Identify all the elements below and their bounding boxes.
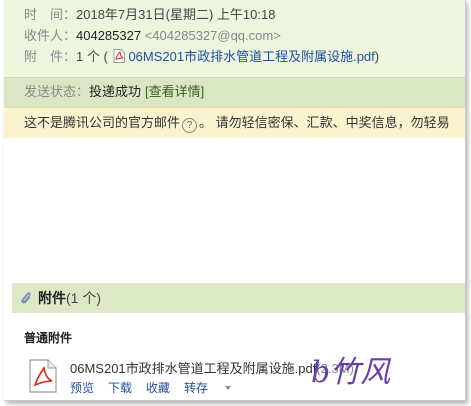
attachments-count: (1 个): [66, 290, 101, 306]
chevron-down-icon: [225, 386, 232, 390]
pdf-icon: [113, 49, 126, 63]
attachment-label: 附 件：: [24, 49, 77, 64]
attachment-row: 附 件：1 个 ( 06MS201市政排水管道工程及附属设施.pdf): [24, 47, 379, 67]
attachments-title-text: 附件: [38, 290, 66, 306]
email-view: 时 间：2018年7月31日(星期二) 上午10:18 收件人：40428532…: [4, 0, 466, 401]
delivery-status-bar: 发送状态：投递成功 [查看详情]: [4, 77, 465, 107]
time-row: 时 间：2018年7月31日(星期二) 上午10:18: [24, 5, 275, 25]
save-to-label: 转存: [184, 381, 209, 395]
download-link[interactable]: 下载: [108, 381, 132, 395]
preview-link[interactable]: 预览: [70, 381, 94, 395]
email-body: [4, 138, 465, 278]
favorite-link[interactable]: 收藏: [146, 381, 170, 395]
watermark-text: b竹风: [311, 355, 391, 390]
status-label: 发送状态：: [24, 84, 90, 99]
help-icon[interactable]: ?: [182, 118, 198, 133]
attachments-title: 附件(1 个): [38, 289, 101, 307]
email-header: 时 间：2018年7月31日(星期二) 上午10:18 收件人：40428532…: [4, 0, 465, 77]
view-details-link[interactable]: [查看详情]: [145, 84, 204, 99]
recipient-row: 收件人：404285327 <404285327@qq.com>: [24, 26, 281, 46]
time-value: 2018年7月31日(星期二) 上午10:18: [76, 7, 276, 22]
attachment-file-name-text: 06MS201市政排水管道工程及附属设施.pdf: [70, 361, 317, 376]
normal-attachments-label: 普通附件: [24, 331, 73, 345]
security-warning-bar: 这不是腾讯公司的官方邮件?。 请勿轻信密保、汇款、中奖信息，勿轻易: [4, 107, 465, 139]
warning-text-after: 。 请勿轻信密保、汇款、中奖信息，勿轻易: [199, 115, 450, 130]
attachment-count: 1 个 (: [76, 49, 108, 64]
status-value: 投递成功: [89, 84, 142, 99]
time-label: 时 间：: [24, 7, 77, 22]
paperclip-icon: [21, 292, 31, 304]
recipient-label: 收件人：: [24, 28, 77, 43]
save-to-link[interactable]: 转存: [184, 381, 232, 395]
recipient-email: <404285327@qq.com>: [144, 28, 281, 43]
delivery-status: 发送状态：投递成功 [查看详情]: [24, 83, 204, 101]
attachment-actions: 预览 下载 收藏 转存: [70, 379, 245, 396]
watermark-logo: b竹风: [311, 355, 391, 390]
security-warning: 这不是腾讯公司的官方邮件?。 请勿轻信密保、汇款、中奖信息，勿轻易: [24, 114, 450, 133]
recipient-name[interactable]: 404285327: [76, 28, 141, 43]
attachment-file-link[interactable]: 06MS201市政排水管道工程及附属设施.pdf: [128, 49, 374, 64]
pdf-file-icon[interactable]: [28, 359, 58, 393]
attachment-close: ): [374, 49, 380, 64]
attachments-bar: 附件(1 个): [12, 283, 465, 313]
warning-text-before: 这不是腾讯公司的官方邮件: [24, 115, 181, 130]
